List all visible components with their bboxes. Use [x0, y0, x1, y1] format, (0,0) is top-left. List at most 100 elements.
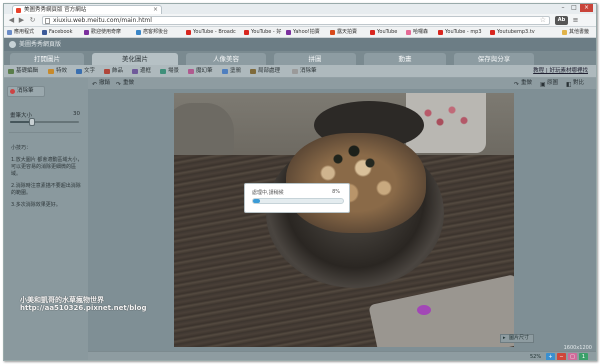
cup-pattern — [416, 101, 476, 131]
bookmark-icon — [7, 30, 12, 35]
tab-animation[interactable]: 動畫 — [364, 53, 446, 65]
bookmark-item[interactable]: 露天拍賣 — [330, 28, 368, 37]
text-icon — [76, 69, 82, 74]
bookmark-icon — [244, 30, 249, 35]
tool-ornament[interactable]: 飾品 — [104, 67, 123, 76]
bookmark-item[interactable]: Youtubemp3.tv — [490, 28, 556, 37]
undo-icon: ↶ — [92, 81, 98, 88]
tab-portrait[interactable]: 人像美容 — [186, 53, 266, 65]
image-size-button[interactable]: ▸ 圖片尺寸 — [500, 334, 535, 343]
main-tabs: 打開圖片 美化圖片 人像美容 拼圖 動畫 保存與分享 — [4, 51, 596, 65]
tool-doodle[interactable]: 塗鴉 — [222, 67, 241, 76]
bookmark-item[interactable]: 哈囉森 — [406, 28, 436, 37]
photo-purple-spot — [417, 305, 431, 315]
slider-knob[interactable] — [29, 118, 36, 126]
url-text: xiuxiu.web.meitu.com/main.html — [53, 17, 152, 24]
original-button[interactable]: ▣ 原圖 — [540, 79, 558, 88]
back-icon[interactable]: ◀ — [7, 16, 16, 25]
bookmark-icon — [330, 30, 335, 35]
tab-strip: 美圖秀秀網頁版 官方網站 × – □ × — [4, 4, 596, 14]
eraser-subtab[interactable]: 消除筆 — [7, 86, 45, 97]
zoom-out-icon[interactable]: − — [557, 353, 566, 360]
bookmark-icon — [136, 30, 141, 35]
edit-icon — [8, 69, 14, 74]
close-button[interactable]: × — [580, 4, 593, 12]
zoom-level: 52% — [530, 354, 542, 360]
url-input[interactable]: xiuxiu.web.meitu.com/main.html ☆ — [42, 16, 550, 25]
bookmark-item[interactable]: Yahoo!拍賣 — [286, 28, 328, 37]
browser-tab[interactable]: 美圖秀秀網頁版 官方網站 × — [12, 5, 162, 14]
window-controls: – □ × — [558, 4, 593, 13]
undo-button[interactable]: ↶ 撤銷 — [92, 79, 110, 88]
left-panel: 消除筆 畫筆大小 30 小技巧： 1.放大圖片 都會適動區域大小，可以更容易的消… — [4, 78, 88, 360]
bookmark-icon — [42, 30, 47, 35]
minimize-button[interactable]: – — [558, 4, 568, 12]
tip-item: 1.放大圖片 都會適動區域大小，可以更容易的消除更細微的區域。 — [11, 157, 83, 177]
brush-size-slider[interactable] — [10, 118, 79, 126]
bookmark-item[interactable]: YouTube - mp3 — [438, 28, 488, 37]
progress-message: 處理中,請稍候 — [252, 190, 284, 196]
progress-percent: 8% — [332, 189, 340, 195]
tips-title: 小技巧： — [11, 145, 32, 151]
tool-eraser[interactable]: 消除筆 — [292, 67, 317, 76]
bookmark-icon — [186, 30, 191, 35]
tool-magic-pen[interactable]: 魔幻筆 — [188, 67, 213, 76]
ornament-icon — [104, 69, 110, 74]
sub-toolbar: ↶ 撤銷 ↷ 重做 ↷ 重做 ▣ 原圖 ◧ 對比 — [88, 78, 596, 89]
magic-pen-icon — [188, 69, 194, 74]
redo-icon: ↷ — [116, 81, 122, 88]
bookmark-item[interactable]: YouTube - 好 — [244, 28, 284, 37]
tool-text[interactable]: 文字 — [76, 67, 95, 76]
tab-title: 美圖秀秀網頁版 官方網站 — [24, 7, 87, 13]
bookmark-icon — [490, 30, 495, 35]
watermark: 小美和凱哥的水草瘋物世界 http://aa510326.pixnet.net/… — [20, 296, 146, 312]
bookmark-item[interactable]: 痞客邦後台 — [136, 28, 184, 37]
tutorial-link[interactable]: 教程 | 好玩素材哪裡找 — [533, 67, 588, 76]
redo-right-button[interactable]: ↷ 重做 — [514, 79, 532, 88]
bookmark-item[interactable]: Facebook — [42, 28, 82, 37]
bookmark-item[interactable]: YouTube — [370, 28, 404, 37]
maximize-button[interactable]: □ — [569, 4, 579, 12]
tab-collage[interactable]: 拼圖 — [274, 53, 356, 65]
bookmark-icon — [438, 30, 443, 35]
divider — [9, 132, 81, 133]
bookmark-item[interactable]: 應用程式 — [7, 28, 40, 37]
tool-local-edit[interactable]: 局部處理 — [250, 67, 280, 76]
actual-size-icon[interactable]: 1 — [579, 353, 588, 360]
local-edit-icon — [250, 69, 256, 74]
fit-icon[interactable]: □ — [568, 353, 577, 360]
extension-icon[interactable]: Ab — [555, 16, 568, 25]
tool-basic-edit[interactable]: 基礎編輯 — [8, 67, 38, 76]
compare-button[interactable]: ◧ 對比 — [566, 79, 584, 88]
eraser-icon — [10, 89, 15, 94]
tab-close-icon[interactable]: × — [153, 6, 158, 14]
watermark-line1: 小美和凱哥的水草瘋物世界 — [20, 296, 104, 304]
bookmark-star-icon[interactable]: ☆ — [540, 17, 546, 24]
progress-bar-fill — [253, 199, 261, 203]
favicon-icon — [16, 8, 21, 13]
tool-frame[interactable]: 邊框 — [132, 67, 151, 76]
bookmark-icon — [286, 30, 291, 35]
compare-icon: ◧ — [566, 81, 572, 88]
tip-item: 3.多次消除效果更好。 — [11, 202, 61, 208]
app-title: 美圖秀秀網頁版 — [9, 40, 61, 49]
tool-effects[interactable]: 特效 — [48, 67, 67, 76]
bookmark-icon — [84, 30, 89, 35]
tab-save-share[interactable]: 保存與分享 — [454, 53, 534, 65]
brush-size-value: 30 — [73, 111, 80, 117]
other-bookmarks[interactable]: 其他書籤 — [562, 28, 596, 37]
tab-open-image[interactable]: 打開圖片 — [10, 53, 84, 65]
redo-button[interactable]: ↷ 重做 — [116, 79, 134, 88]
reload-icon[interactable]: ↻ — [28, 16, 37, 25]
status-bar: 52% + − □ 1 — [88, 351, 596, 360]
tool-scene[interactable]: 場景 — [160, 67, 179, 76]
watermark-line2: http://aa510326.pixnet.net/blog — [20, 304, 147, 312]
bookmarks-bar: 應用程式 Facebook 歡迎使用奇摩 痞客邦後台 YouTube - Bro… — [4, 27, 596, 38]
bookmark-item[interactable]: YouTube - Broadc — [186, 28, 242, 37]
photo-canvas[interactable] — [174, 93, 514, 347]
menu-icon[interactable]: ≡ — [571, 16, 580, 25]
forward-icon[interactable]: ▶ — [17, 16, 26, 25]
tab-beautify[interactable]: 美化圖片 — [92, 53, 178, 65]
bookmark-item[interactable]: 歡迎使用奇摩 — [84, 28, 134, 37]
zoom-in-icon[interactable]: + — [546, 353, 555, 360]
